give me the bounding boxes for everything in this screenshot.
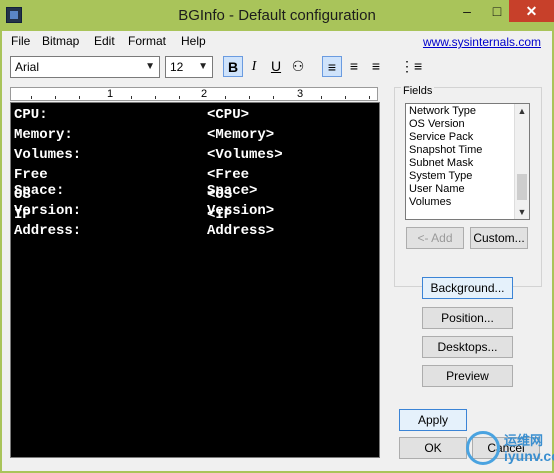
ok-button[interactable]: OK: [399, 437, 467, 459]
menu-help[interactable]: Help: [181, 34, 206, 48]
watermark-circle-icon: [466, 431, 500, 465]
color-picker-icon[interactable]: ⚇: [288, 56, 308, 77]
align-left-icon[interactable]: ≡: [322, 56, 342, 77]
align-center-icon[interactable]: ≡: [344, 56, 364, 77]
ruler-mark-2: 2: [201, 88, 208, 100]
watermark-logo: 运维网 iyunv.com: [466, 428, 554, 473]
scroll-down-icon[interactable]: ▼: [515, 205, 529, 219]
font-select[interactable]: Arial ▼: [10, 56, 160, 78]
sysinternals-link[interactable]: www.sysinternals.com: [423, 35, 541, 49]
row-value: <Volumes>: [207, 147, 283, 163]
chevron-down-icon: ▼: [198, 61, 208, 72]
list-item[interactable]: System Type: [409, 170, 472, 183]
info-editor[interactable]: CPU: <CPU> Memory: <Memory> Volumes: <Vo…: [10, 102, 380, 458]
close-button[interactable]: ✕: [509, 0, 554, 22]
list-item[interactable]: Volumes: [409, 196, 451, 209]
fields-list[interactable]: Network Type OS Version Service Pack Sna…: [405, 103, 530, 220]
fields-scrollbar[interactable]: ▲ ▼: [514, 104, 529, 219]
preview-button[interactable]: Preview: [422, 365, 513, 387]
watermark-url: iyunv.com: [504, 448, 554, 464]
underline-button[interactable]: U: [266, 56, 286, 77]
row-label: CPU:: [14, 107, 48, 123]
row-value: <CPU>: [207, 107, 250, 123]
list-item[interactable]: User Name: [409, 183, 465, 196]
italic-button[interactable]: I: [244, 56, 264, 77]
chevron-down-icon: ▼: [145, 61, 155, 72]
apply-button[interactable]: Apply: [399, 409, 467, 431]
scroll-thumb[interactable]: [517, 174, 527, 200]
bullet-list-icon[interactable]: ⋮≡: [400, 56, 422, 77]
watermark-text: 运维网: [504, 433, 544, 448]
maximize-button[interactable]: □: [482, 0, 512, 22]
format-toolbar: Arial ▼ 12 ▼ B I U ⚇ ≡ ≡ ≡ ⋮≡: [2, 53, 552, 83]
list-item[interactable]: OS Version: [409, 118, 465, 131]
ruler-mark-1: 1: [107, 88, 114, 100]
background-button[interactable]: Background...: [422, 277, 513, 299]
list-item[interactable]: Network Type: [409, 105, 476, 118]
title-bar: BGInfo - Default configuration – □ ✕: [0, 0, 554, 31]
menu-bar: File Bitmap Edit Format Help www.sysinte…: [2, 31, 552, 51]
position-button[interactable]: Position...: [422, 307, 513, 329]
client-area: File Bitmap Edit Format Help www.sysinte…: [2, 31, 552, 471]
row-value: <Memory>: [207, 127, 275, 143]
bginfo-window: BGInfo - Default configuration – □ ✕ Fil…: [0, 0, 554, 473]
menu-format[interactable]: Format: [128, 34, 166, 48]
font-size-select[interactable]: 12 ▼: [165, 56, 213, 78]
menu-file[interactable]: File: [11, 34, 30, 48]
minimize-button[interactable]: –: [452, 0, 482, 22]
row-label: IP Address:: [14, 207, 82, 239]
bold-button[interactable]: B: [223, 56, 243, 77]
add-field-button[interactable]: <- Add: [406, 227, 464, 249]
font-value: Arial: [15, 60, 40, 74]
list-item[interactable]: Service Pack: [409, 131, 473, 144]
align-right-icon[interactable]: ≡: [366, 56, 386, 77]
menu-bitmap[interactable]: Bitmap: [42, 34, 79, 48]
row-label: Memory:: [14, 127, 73, 143]
ruler-mark-3: 3: [297, 88, 304, 100]
row-value: <IP Address>: [207, 207, 275, 239]
fields-title: Fields: [401, 85, 435, 97]
desktops-button[interactable]: Desktops...: [422, 336, 513, 358]
scroll-up-icon[interactable]: ▲: [515, 104, 529, 118]
font-size-value: 12: [170, 60, 184, 74]
custom-field-button[interactable]: Custom...: [470, 227, 528, 249]
menu-edit[interactable]: Edit: [94, 34, 115, 48]
ruler: 1 2 3: [10, 87, 378, 101]
list-item[interactable]: Subnet Mask: [409, 157, 473, 170]
row-label: Volumes:: [14, 147, 82, 163]
list-item[interactable]: Snapshot Time: [409, 144, 482, 157]
